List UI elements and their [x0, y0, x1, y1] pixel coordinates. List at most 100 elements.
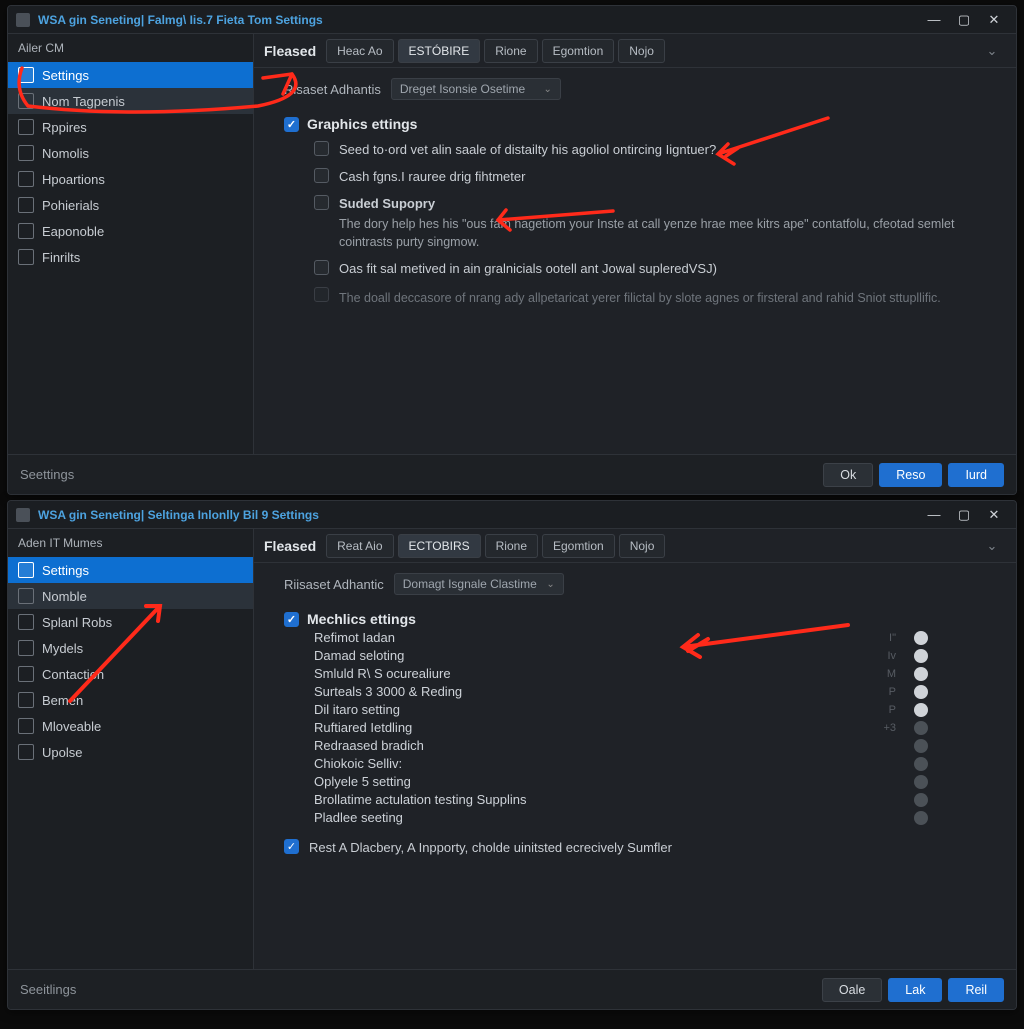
- close-button[interactable]: ✕: [980, 9, 1008, 31]
- reil-button[interactable]: Reil: [948, 978, 1004, 1002]
- dropdown-value: Domagt Isgnale Clastime: [403, 577, 537, 591]
- tabs-heading: Fleased: [264, 43, 316, 59]
- tab-bar: Fleased Heac AoESTÓBIRERioneEgomtionNojo…: [254, 34, 1016, 68]
- toggle-label: Brollatime actulation testing Supplins: [314, 792, 526, 807]
- combo-label: Risaset Adhantis: [284, 82, 381, 97]
- iurd-button[interactable]: Iurd: [948, 463, 1004, 487]
- sidebar-item-splanl-robs[interactable]: Splanl Robs: [8, 609, 253, 635]
- sidebar-header: Ailer CM: [8, 34, 253, 62]
- chevron-down-icon: ⌄: [543, 84, 551, 95]
- toggle-meta: P: [889, 686, 896, 698]
- option-row: Seed to·ord vet alin saale of distailty …: [314, 141, 998, 159]
- sidebar-item-settings[interactable]: Settings: [8, 557, 253, 583]
- toggle-row: Dil itaro settingP: [314, 702, 998, 717]
- titlebar[interactable]: WSA gin Seneting| Seltinga Inlonlly Bil …: [8, 501, 1016, 529]
- list-icon: [18, 171, 34, 187]
- close-button[interactable]: ✕: [980, 504, 1008, 526]
- toggle-label: Ruftiared Ietdling: [314, 720, 412, 735]
- checkbox[interactable]: [314, 260, 329, 275]
- sidebar-item-rppires[interactable]: Rppires: [8, 114, 253, 140]
- lak-button[interactable]: Lak: [888, 978, 942, 1002]
- sidebar-item-label: Hpoartions: [42, 172, 105, 187]
- maximize-button[interactable]: ▢: [950, 9, 978, 31]
- settings-window-bottom: WSA gin Seneting| Seltinga Inlonlly Bil …: [7, 500, 1017, 1010]
- reso-button[interactable]: Reso: [879, 463, 942, 487]
- sidebar-item-eaponoble[interactable]: Eaponoble: [8, 218, 253, 244]
- sidebar-item-label: Splanl Robs: [42, 615, 112, 630]
- app-icon: [16, 508, 30, 522]
- settings-window-top: WSA gin Seneting| Falmg\ Iis.7 Fieta Tom…: [7, 5, 1017, 495]
- toggle-switch[interactable]: [914, 685, 928, 699]
- checkbox[interactable]: [314, 168, 329, 183]
- sidebar-item-nom-tagpenis[interactable]: Nom Tagpenis: [8, 88, 253, 114]
- checkbox[interactable]: ✓: [284, 839, 299, 854]
- toggle-label: Redraased bradich: [314, 738, 424, 753]
- sidebar-item-hpoartions[interactable]: Hpoartions: [8, 166, 253, 192]
- toggle-switch[interactable]: [914, 667, 928, 681]
- toggle-switch[interactable]: [914, 649, 928, 663]
- tab-nojo[interactable]: Nojo: [619, 534, 666, 558]
- toggle-switch[interactable]: [914, 775, 928, 789]
- combo-label: Riisaset Adhantic: [284, 577, 384, 592]
- main-panel: Fleased Reat AioECTOBIRSRioneEgomtionNoj…: [254, 529, 1016, 969]
- checkbox: [314, 287, 329, 302]
- sidebar-item-label: Settings: [42, 68, 89, 83]
- tab-egomtion[interactable]: Egomtion: [542, 534, 615, 558]
- sidebar-item-upolse[interactable]: Upolse: [8, 739, 253, 765]
- tab-egomtion[interactable]: Egomtion: [542, 39, 615, 63]
- maximize-button[interactable]: ▢: [950, 504, 978, 526]
- chevron-down-icon[interactable]: ⌄: [978, 40, 1006, 62]
- toggle-switch[interactable]: [914, 703, 928, 717]
- minimize-button[interactable]: —: [920, 504, 948, 526]
- sidebar-item-mydels[interactable]: Mydels: [8, 635, 253, 661]
- titlebar[interactable]: WSA gin Seneting| Falmg\ Iis.7 Fieta Tom…: [8, 6, 1016, 34]
- list-icon: [18, 145, 34, 161]
- ok-button[interactable]: Ok: [823, 463, 873, 487]
- toggle-switch[interactable]: [914, 739, 928, 753]
- tab-rione[interactable]: Rione: [485, 534, 538, 558]
- section-checkbox[interactable]: ✓: [284, 117, 299, 132]
- tab-heac ao[interactable]: Heac Ao: [326, 39, 393, 63]
- toggle-label: Pladlee seeting: [314, 810, 403, 825]
- sidebar-item-bemen[interactable]: Bemen: [8, 687, 253, 713]
- tab-nojo[interactable]: Nojo: [618, 39, 665, 63]
- sidebar-item-mloveable[interactable]: Mloveable: [8, 713, 253, 739]
- oale-button[interactable]: Oale: [822, 978, 882, 1002]
- window-title: WSA gin Seneting| Falmg\ Iis.7 Fieta Tom…: [38, 13, 920, 27]
- sidebar-item-pohierials[interactable]: Pohierials: [8, 192, 253, 218]
- chevron-down-icon: ⌄: [546, 579, 554, 590]
- toggle-switch[interactable]: [914, 793, 928, 807]
- sidebar-item-finrilts[interactable]: Finrilts: [8, 244, 253, 270]
- section-checkbox[interactable]: ✓: [284, 612, 299, 627]
- toggle-label: Damad seloting: [314, 648, 404, 663]
- toggle-switch[interactable]: [914, 757, 928, 771]
- sidebar-item-contaction[interactable]: Contaction: [8, 661, 253, 687]
- list-icon: [18, 744, 34, 760]
- footer-label: Seettings: [20, 467, 817, 482]
- toggle-switch[interactable]: [914, 631, 928, 645]
- checkbox[interactable]: [314, 195, 329, 210]
- minimize-button[interactable]: —: [920, 9, 948, 31]
- footer: Seeitlings OaleLakReil: [8, 969, 1016, 1009]
- tab-ectobirs[interactable]: ECTOBIRS: [398, 534, 481, 558]
- main-panel: Fleased Heac AoESTÓBIRERioneEgomtionNojo…: [254, 34, 1016, 454]
- toggle-row: Pladlee seeting: [314, 810, 998, 825]
- toggle-switch[interactable]: [914, 721, 928, 735]
- sidebar-item-label: Mydels: [42, 641, 83, 656]
- checkbox[interactable]: [314, 141, 329, 156]
- sidebar-item-settings[interactable]: Settings: [8, 62, 253, 88]
- preset-dropdown[interactable]: Domagt Isgnale Clastime ⌄: [394, 573, 564, 595]
- sidebar-item-nomble[interactable]: Nomble: [8, 583, 253, 609]
- tab-reat aio[interactable]: Reat Aio: [326, 534, 393, 558]
- sidebar-item-label: Nom Tagpenis: [42, 94, 125, 109]
- toggle-label: Refimot Iadan: [314, 630, 395, 645]
- toggle-switch[interactable]: [914, 811, 928, 825]
- chevron-down-icon[interactable]: ⌄: [978, 535, 1006, 557]
- tab-estóbire[interactable]: ESTÓBIRE: [398, 39, 481, 63]
- toggle-meta: M: [887, 668, 896, 680]
- tab-rione[interactable]: Rione: [484, 39, 537, 63]
- sidebar-item-nomolis[interactable]: Nomolis: [8, 140, 253, 166]
- toggle-row: Refimot IadanI": [314, 630, 998, 645]
- sidebar-item-label: Nomolis: [42, 146, 89, 161]
- preset-dropdown[interactable]: Dreget Isonsie Osetime ⌄: [391, 78, 561, 100]
